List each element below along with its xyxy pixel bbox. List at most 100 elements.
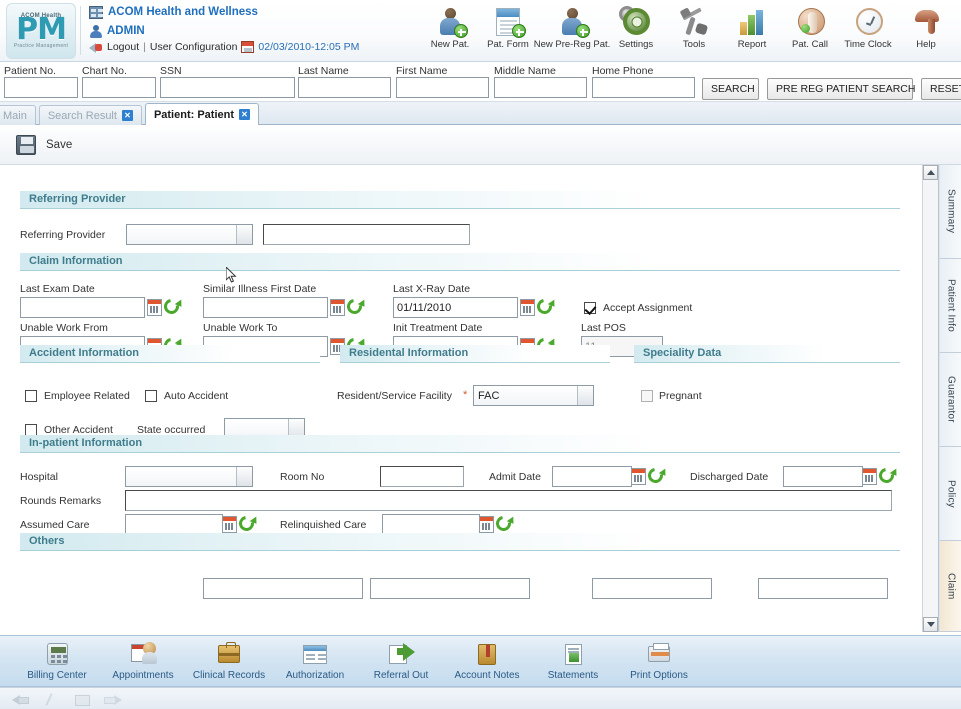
calendar-icon[interactable] [222, 516, 237, 533]
auto-accident-checkbox[interactable] [145, 390, 157, 402]
dock-account-notes[interactable]: Account Notes [444, 642, 530, 681]
logout-icon[interactable] [89, 41, 103, 53]
side-tab-patient-info[interactable]: Patient Info [939, 259, 961, 353]
assumed-care-label: Assumed Care [20, 519, 90, 531]
relinquished-care-input[interactable] [382, 514, 480, 535]
chart-no-input[interactable] [82, 77, 156, 98]
resident-service-facility-select[interactable]: FAC [473, 385, 594, 406]
session-separator: | [143, 41, 146, 53]
tab-patient[interactable]: Patient: Patient ✕ [144, 103, 260, 125]
init-treatment-date-label: Init Treatment Date [393, 322, 483, 334]
referring-provider-row: Referring Provider [0, 209, 922, 253]
toolbar-patient-form[interactable]: Pat. Form [479, 4, 537, 50]
calendar-person-icon [129, 641, 157, 668]
similar-illness-first-date-label: Similar Illness First Date [203, 283, 317, 295]
unable-work-to-label: Unable Work To [203, 322, 278, 334]
scroll-up-button[interactable] [923, 165, 938, 180]
save-icon[interactable] [16, 134, 36, 155]
referring-provider-text-input[interactable] [263, 224, 470, 245]
dock-referral-out[interactable]: Referral Out [358, 642, 444, 681]
section-referring-provider-title: Referring Provider [29, 193, 126, 205]
scrollbar-track[interactable] [923, 180, 938, 617]
others-field-2[interactable] [370, 578, 530, 599]
toolbar-tools[interactable]: Tools [665, 4, 723, 50]
toolbar-new-prereg-patient-label: New Pre-Reg Pat. [533, 39, 611, 50]
toolbar-settings-label: Settings [618, 39, 654, 50]
last-exam-date-input[interactable] [20, 297, 145, 318]
side-tab-policy[interactable]: Policy [939, 447, 961, 541]
dock-print-options[interactable]: Print Options [616, 642, 702, 681]
calendar-icon[interactable] [479, 516, 494, 533]
side-tab-claim[interactable]: Claim [939, 541, 961, 632]
close-icon[interactable]: ✕ [239, 109, 251, 120]
pregnant-checkbox[interactable] [641, 390, 653, 402]
pre-reg-patient-search-button[interactable]: PRE REG PATIENT SEARCH [767, 78, 915, 100]
refresh-icon[interactable] [493, 513, 514, 534]
refresh-icon[interactable] [344, 296, 365, 317]
side-tab-guarantor[interactable]: Guarantor [939, 353, 961, 447]
identity-block: ACOM Health and Wellness ADMIN Logout | … [81, 0, 411, 61]
user-configuration-link[interactable]: User Configuration [150, 41, 238, 53]
employee-related-checkbox[interactable] [25, 390, 37, 402]
stop-icon[interactable] [72, 693, 92, 706]
room-no-input[interactable] [380, 466, 464, 487]
tab-main[interactable]: Main [0, 105, 36, 125]
last-name-input[interactable] [298, 77, 391, 98]
back-arrow-icon[interactable] [12, 693, 32, 705]
hospital-select[interactable] [125, 466, 253, 487]
last-name-label: Last Name [298, 65, 349, 77]
refresh-icon[interactable] [236, 513, 257, 534]
section-claim-information: Claim Information [20, 253, 900, 271]
refresh-icon[interactable] [161, 296, 182, 317]
similar-illness-first-date-input[interactable] [203, 297, 328, 318]
forward-arrow-icon[interactable] [102, 693, 122, 705]
save-button[interactable]: Save [46, 139, 72, 151]
discharged-date-input[interactable] [783, 466, 863, 487]
calendar-icon[interactable] [862, 468, 877, 485]
others-field-4[interactable] [758, 578, 888, 599]
calendar-icon[interactable] [330, 299, 345, 316]
others-field-1[interactable] [203, 578, 363, 599]
others-field-3[interactable] [592, 578, 712, 599]
assumed-care-input[interactable] [125, 514, 223, 535]
dock-billing-center[interactable]: Billing Center [14, 642, 100, 681]
toolbar-patient-call[interactable]: Pat. Call [781, 4, 839, 50]
middle-name-input[interactable] [494, 77, 587, 98]
toolbar-help[interactable]: Help [897, 4, 955, 50]
accept-assignment-checkbox[interactable] [584, 302, 596, 314]
toolbar-new-prereg-patient[interactable]: New Pre-Reg Pat. [534, 4, 610, 50]
search-button[interactable]: SEARCH [702, 78, 759, 100]
dock-appointments[interactable]: Appointments [100, 641, 186, 681]
admit-date-input[interactable] [552, 466, 632, 487]
home-phone-input[interactable] [592, 77, 695, 98]
toolbar-time-clock[interactable]: Time Clock [839, 4, 897, 50]
rounds-remarks-input[interactable] [125, 490, 892, 511]
toolbar-settings[interactable]: Settings [607, 4, 665, 50]
patient-no-input[interactable] [4, 77, 78, 98]
logout-link[interactable]: Logout [107, 41, 139, 53]
dock-clinical-records[interactable]: Clinical Records [186, 641, 272, 681]
last-xray-date-input[interactable] [393, 297, 518, 318]
refresh-icon[interactable] [876, 465, 897, 486]
gear-icon [619, 6, 653, 38]
scroll-down-button[interactable] [923, 617, 938, 632]
refresh-icon[interactable] [534, 296, 555, 317]
dock-statements[interactable]: Statements [530, 642, 616, 681]
dock-authorization[interactable]: Authorization [272, 642, 358, 681]
referring-provider-select[interactable] [126, 224, 253, 245]
tab-search-result[interactable]: Search Result ✕ [38, 105, 142, 125]
form-scrollbar[interactable] [922, 165, 938, 632]
organization-row: ACOM Health and Wellness [89, 3, 411, 21]
toolbar-new-patient[interactable]: New Pat. [421, 4, 479, 50]
refresh-icon[interactable] [645, 465, 666, 486]
calendar-icon[interactable] [631, 468, 646, 485]
toolbar-report[interactable]: Report [723, 4, 781, 50]
close-icon[interactable]: ✕ [121, 110, 133, 121]
chevron-down-icon [236, 467, 252, 486]
side-tab-summary[interactable]: Summary [939, 165, 961, 259]
first-name-input[interactable] [396, 77, 489, 98]
reset-button[interactable]: RESET [921, 78, 961, 100]
calendar-icon[interactable] [147, 299, 162, 316]
calendar-icon[interactable] [520, 299, 535, 316]
ssn-input[interactable] [160, 77, 295, 98]
